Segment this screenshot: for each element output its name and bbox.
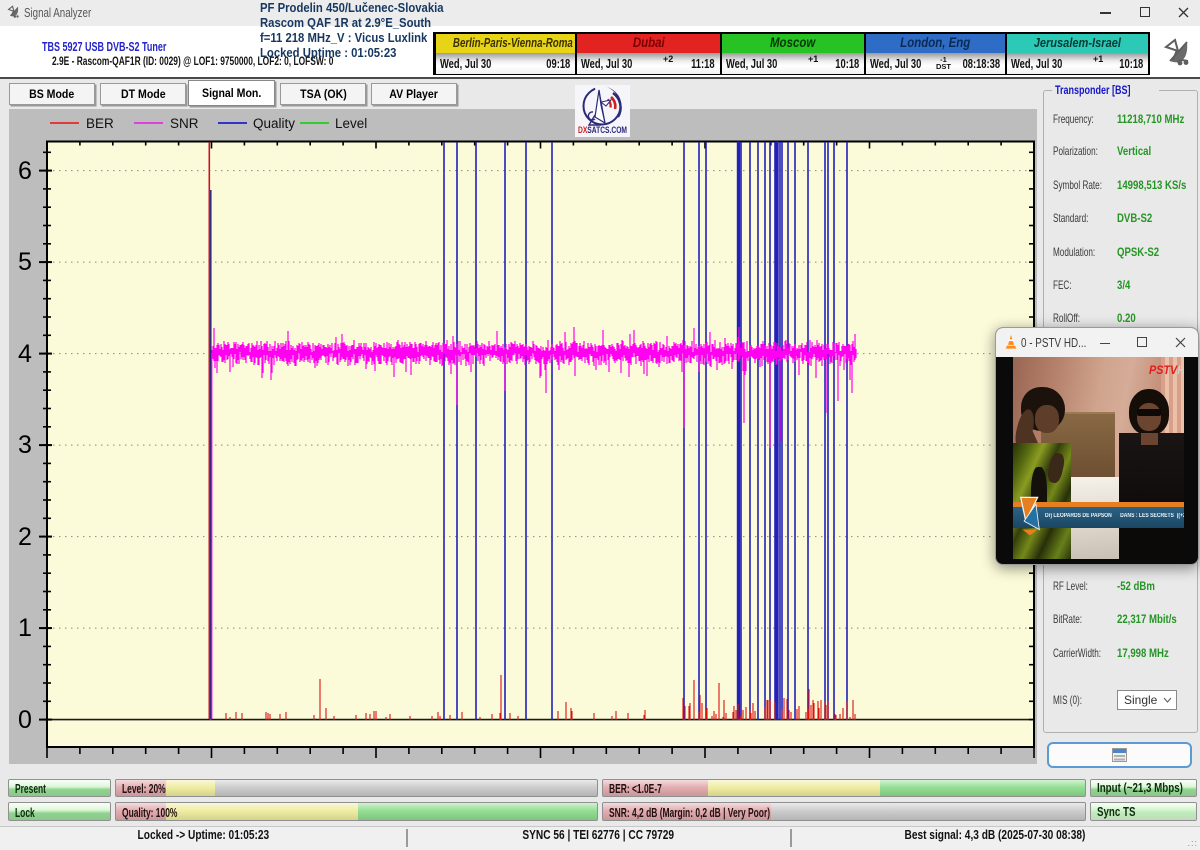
svg-text:SNR: SNR xyxy=(170,116,199,131)
svg-text:4: 4 xyxy=(18,340,32,368)
svg-text:1: 1 xyxy=(18,614,32,642)
svg-text:5: 5 xyxy=(18,248,32,276)
svg-text:0: 0 xyxy=(18,706,32,734)
svg-text:DXSATCS.COM: DXSATCS.COM xyxy=(578,125,627,136)
svg-text:Level: Level xyxy=(335,116,367,131)
svg-text:Quality: Quality xyxy=(253,116,295,131)
svg-text:3: 3 xyxy=(18,431,32,459)
svg-text:6: 6 xyxy=(18,157,32,185)
svg-text:BER: BER xyxy=(86,116,114,131)
svg-text:2: 2 xyxy=(18,523,32,551)
